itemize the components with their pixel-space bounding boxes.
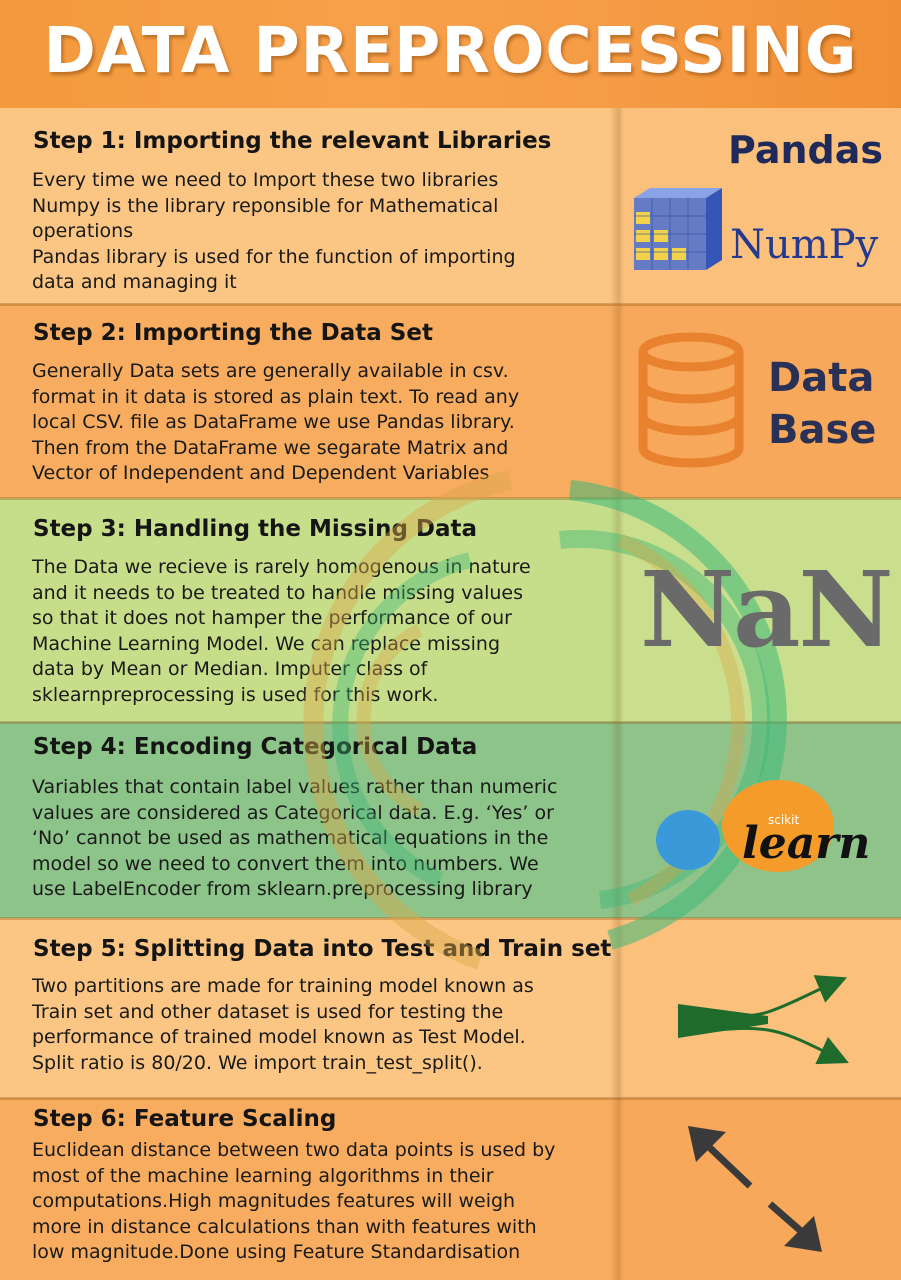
diagonal-double-arrow-icon [688,1126,822,1252]
database-cylinder-icon [638,332,744,468]
database-label: Data Base [768,355,877,453]
nan-label: NaN [640,548,894,671]
numpy-label: NumPy [730,222,879,268]
pandas-label: Pandas [728,128,883,172]
learn-label: learn [742,818,871,869]
infographic-poster: DATA PREPROCESSING Step 1: Importing the… [0,0,901,1280]
numpy-cube-logo-icon [634,188,722,270]
split-arrows-icon [677,975,849,1065]
